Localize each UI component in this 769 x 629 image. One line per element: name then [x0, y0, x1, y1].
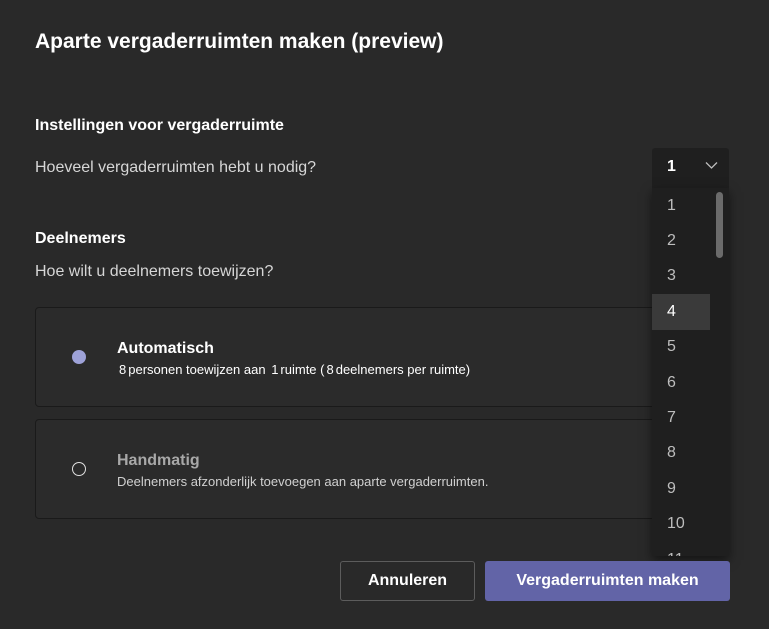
radio-unchecked-icon[interactable]	[72, 462, 86, 476]
participant-count: 8	[119, 362, 127, 377]
dropdown-option[interactable]: 5	[652, 330, 710, 365]
option-automatic-description: 8 personen toewijzen aan 1 ruimte (8 deelne…	[117, 362, 470, 377]
chevron-down-icon	[705, 162, 718, 169]
dropdown-option[interactable]: 9	[652, 471, 710, 506]
room-count: 1	[271, 362, 279, 377]
per-room-count: 8	[326, 362, 334, 377]
desc-text-3: deelnemers per ruimte)	[335, 362, 471, 377]
assign-question: Hoe wilt u deelnemers toewijzen?	[35, 263, 274, 280]
option-manual[interactable]: Handmatig Deelnemers afzonderlijk toevoe…	[35, 419, 675, 519]
cancel-button[interactable]: Annuleren	[340, 561, 475, 601]
desc-text-2: ruimte (	[280, 362, 325, 377]
dropdown-option[interactable]: 11	[652, 542, 710, 556]
dropdown-option[interactable]: 1	[652, 188, 710, 223]
dropdown-scrollbar[interactable]	[716, 192, 723, 258]
dropdown-option[interactable]: 10	[652, 507, 710, 542]
rooms-count-select[interactable]: 1	[652, 148, 729, 188]
option-automatic-title: Automatisch	[117, 340, 214, 357]
rooms-count-value: 1	[667, 158, 676, 175]
option-automatic[interactable]: Automatisch 8 personen toewijzen aan 1 rui…	[35, 307, 675, 407]
rooms-count-question: Hoeveel vergaderruimten hebt u nodig?	[35, 159, 317, 176]
create-rooms-button[interactable]: Vergaderruimten maken	[485, 561, 730, 601]
dropdown-option[interactable]: 3	[652, 259, 710, 294]
desc-text-1: personen toewijzen aan	[128, 362, 266, 377]
dropdown-option[interactable]: 7	[652, 400, 710, 435]
option-manual-description: Deelnemers afzonderlijk toevoegen aan ap…	[117, 474, 489, 489]
dialog-title: Aparte vergaderruimten maken (preview)	[35, 30, 444, 53]
dropdown-option[interactable]: 6	[652, 365, 710, 400]
dropdown-option[interactable]: 8	[652, 436, 710, 471]
option-manual-title: Handmatig	[117, 452, 200, 469]
dropdown-option[interactable]: 2	[652, 223, 710, 258]
dropdown-option-highlighted[interactable]: 4	[652, 294, 710, 330]
radio-checked-icon[interactable]	[72, 350, 86, 364]
settings-heading: Instellingen voor vergaderruimte	[35, 117, 284, 134]
participants-heading: Deelnemers	[35, 230, 126, 247]
